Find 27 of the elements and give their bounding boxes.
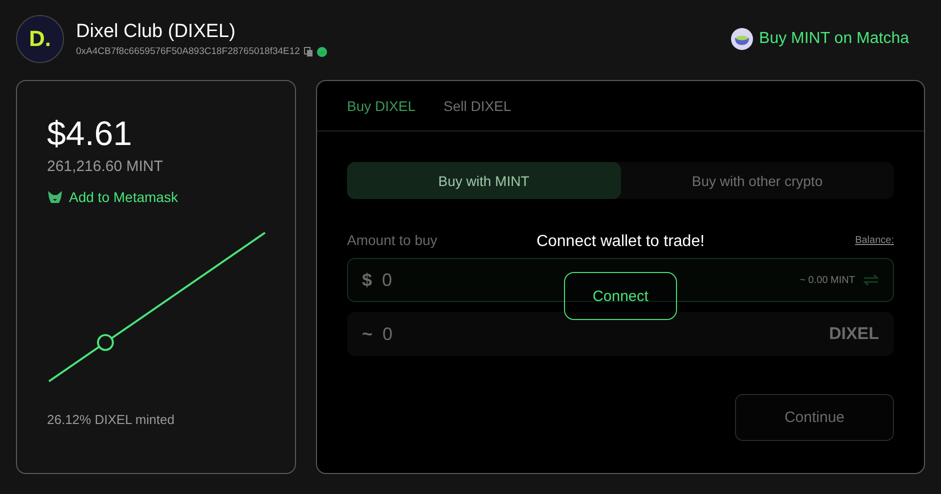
receive-input[interactable]: 0 [380, 322, 821, 346]
connect-button[interactable]: Connect [564, 272, 677, 320]
amount-label: Amount to buy [347, 232, 438, 248]
mint-price: 261,216.60 MINT [47, 158, 164, 175]
trade-tab[interactable]: Buy DIXEL [347, 98, 416, 114]
copy-icon[interactable] [304, 46, 313, 56]
balance-label: Balance: [855, 234, 894, 246]
token-title: Dixel Club (DIXEL) [76, 21, 236, 43]
explorer-icon[interactable] [316, 46, 327, 56]
trade-tab[interactable]: Sell DIXEL [443, 98, 512, 114]
receive-field[interactable]: ~ 0 DIXEL [347, 312, 894, 356]
fox-icon [47, 190, 63, 204]
token-logo: D. [16, 15, 64, 63]
contract-address: 0xA4CB7f8c6659576F50A893C18F28765018f34E12 [76, 46, 300, 57]
payment-option[interactable]: Buy with other crypto [620, 162, 894, 199]
continue-button[interactable]: Continue [735, 394, 894, 441]
approx-sign: ~ [362, 324, 373, 344]
tea-cup-icon [731, 28, 754, 50]
token-price: $4.61 [47, 115, 134, 154]
connect-message: Connect wallet to trade! [536, 233, 705, 251]
minted-percentage: 26.12% DIXEL minted [47, 412, 176, 427]
token-unit: DIXEL [828, 324, 879, 344]
conversion-text: ~ 0.00 MINT [800, 274, 855, 286]
matcha-link[interactable]: Buy MINT on Matcha [731, 28, 909, 50]
metamask-link[interactable]: Add to Metamask [47, 189, 178, 205]
dollar-sign: $ [362, 270, 372, 290]
payment-option[interactable]: Buy with MINT [347, 162, 620, 199]
